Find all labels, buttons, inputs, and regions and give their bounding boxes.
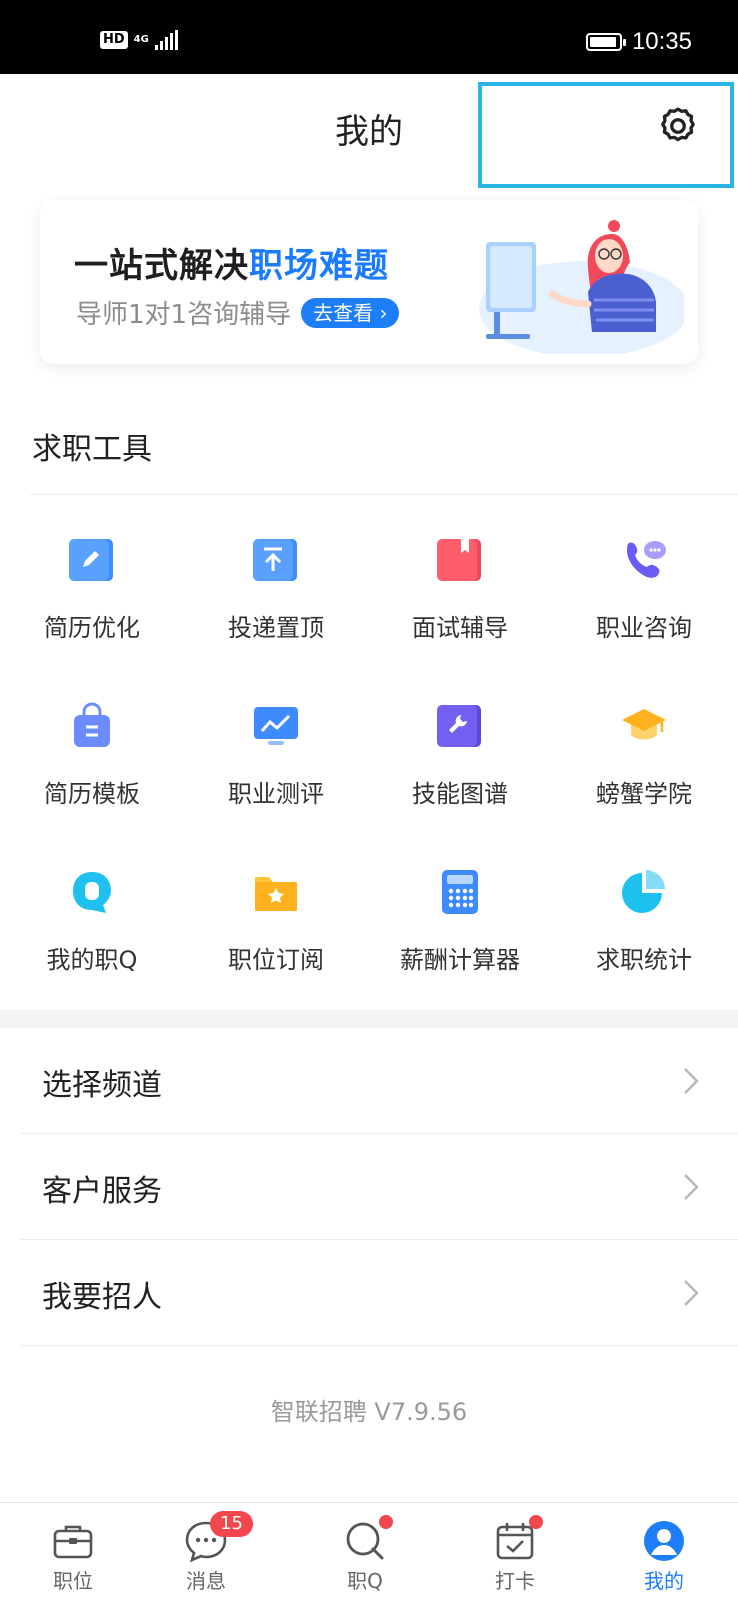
bottom-tab-bar: 职位 15 消息 职Q 打卡 我的 — [0, 1502, 738, 1600]
tool-job-statistics[interactable]: 求职统计 — [552, 840, 736, 975]
tool-label: 职业咨询 — [596, 614, 692, 642]
banner-subtitle-text: 导师1对1咨询辅导 — [76, 300, 292, 330]
tool-label: 投递置顶 — [228, 614, 324, 642]
consultant-illustration — [479, 220, 684, 354]
promo-banner[interactable]: 一站式解决职场难题 导师1对1咨询辅导 去查看 › — [40, 200, 698, 364]
tool-label: 求职统计 — [596, 946, 692, 974]
phone-chat-icon — [616, 532, 672, 588]
section-title: 求职工具 — [32, 432, 152, 467]
menu-label: 我要招人 — [42, 1280, 162, 1315]
tool-career-assessment[interactable]: 职业测评 — [184, 674, 368, 809]
tab-label: 消息 — [186, 1569, 226, 1593]
tab-checkin[interactable]: 打卡 — [455, 1503, 575, 1594]
tab-label: 职位 — [53, 1569, 93, 1593]
banner-subtitle: 导师1对1咨询辅导 去查看 › — [76, 294, 400, 331]
tool-label: 职位订阅 — [228, 946, 324, 974]
wrench-icon — [432, 698, 488, 754]
briefcase-icon — [51, 1519, 95, 1563]
chat-bubble-icon: 15 — [184, 1511, 253, 1563]
calculator-icon — [432, 864, 488, 920]
tab-label: 打卡 — [495, 1569, 535, 1593]
shopping-bag-icon — [64, 698, 120, 754]
tool-label: 简历优化 — [44, 614, 140, 642]
tab-zhiq[interactable]: 职Q — [305, 1503, 425, 1594]
network-type: 4G — [133, 34, 149, 45]
status-bar: HD 4G 10:35 — [0, 0, 738, 74]
view-button[interactable]: 去查看 › — [301, 297, 400, 328]
notification-dot — [379, 1515, 393, 1529]
menu-label: 选择频道 — [42, 1068, 162, 1103]
clock: 10:35 — [631, 28, 692, 55]
menu-customer-service[interactable]: 客户服务 — [20, 1134, 738, 1240]
edit-icon — [64, 532, 120, 588]
tool-label: 技能图谱 — [412, 780, 508, 808]
chevron-right-icon — [684, 1174, 699, 1200]
tab-jobs[interactable]: 职位 — [13, 1503, 133, 1594]
tool-resume-optimize[interactable]: 简历优化 — [0, 508, 184, 643]
tool-label: 薪酬计算器 — [400, 946, 520, 974]
tool-skill-map[interactable]: 技能图谱 — [368, 674, 552, 809]
menu-select-channel[interactable]: 选择频道 — [20, 1028, 738, 1134]
chevron-right-icon — [684, 1280, 699, 1306]
tool-crab-academy[interactable]: 螃蟹学院 — [552, 674, 736, 809]
tool-interview-coaching[interactable]: 面试辅导 — [368, 508, 552, 643]
battery-icon — [585, 33, 626, 51]
pie-chart-icon — [616, 864, 672, 920]
banner-title-part2: 职场难题 — [249, 246, 389, 286]
q-bubble-icon — [64, 864, 120, 920]
gear-icon[interactable] — [656, 104, 700, 148]
unread-badge: 15 — [210, 1511, 253, 1537]
tool-top-delivery[interactable]: 投递置顶 — [184, 508, 368, 643]
calendar-check-icon — [493, 1515, 543, 1563]
tool-label: 我的职Q — [46, 946, 138, 974]
tool-label: 面试辅导 — [412, 614, 508, 642]
tool-job-subscription[interactable]: 职位订阅 — [184, 840, 368, 975]
app-version: 智联招聘 V7.9.56 — [270, 1398, 468, 1426]
user-avatar-icon — [642, 1519, 686, 1563]
pin-top-icon — [248, 532, 304, 588]
tool-salary-calculator[interactable]: 薪酬计算器 — [368, 840, 552, 975]
tab-messages[interactable]: 15 消息 — [146, 1503, 266, 1594]
menu-recruit[interactable]: 我要招人 — [20, 1240, 738, 1346]
menu-label: 客户服务 — [42, 1174, 162, 1209]
graduation-cap-icon — [616, 698, 672, 754]
tab-label: 职Q — [347, 1569, 383, 1593]
hd-indicator: HD — [100, 31, 128, 49]
tab-mine[interactable]: 我的 — [604, 1503, 724, 1594]
banner-title-part1: 一站式解决 — [74, 246, 249, 286]
signal-group: HD 4G — [100, 30, 178, 50]
tool-label: 职业测评 — [228, 780, 324, 808]
tool-career-consult[interactable]: 职业咨询 — [552, 508, 736, 643]
banner-title: 一站式解决职场难题 — [74, 238, 389, 287]
view-button-label: 去查看 — [313, 300, 374, 325]
tab-label: 我的 — [644, 1569, 684, 1593]
tool-my-zhiq[interactable]: 我的职Q — [0, 840, 184, 975]
bookmark-book-icon — [432, 532, 488, 588]
monitor-chart-icon — [248, 698, 304, 754]
tool-label: 螃蟹学院 — [596, 780, 692, 808]
signal-icon — [154, 30, 178, 50]
q-search-icon — [343, 1515, 393, 1563]
page-header: 我的 — [0, 74, 738, 188]
tool-label: 简历模板 — [44, 780, 140, 808]
tool-resume-template[interactable]: 简历模板 — [0, 674, 184, 809]
notification-dot — [529, 1515, 543, 1529]
section-divider — [30, 494, 738, 495]
chevron-right-icon — [684, 1068, 699, 1094]
folder-star-icon — [248, 864, 304, 920]
section-separator — [0, 1010, 738, 1028]
